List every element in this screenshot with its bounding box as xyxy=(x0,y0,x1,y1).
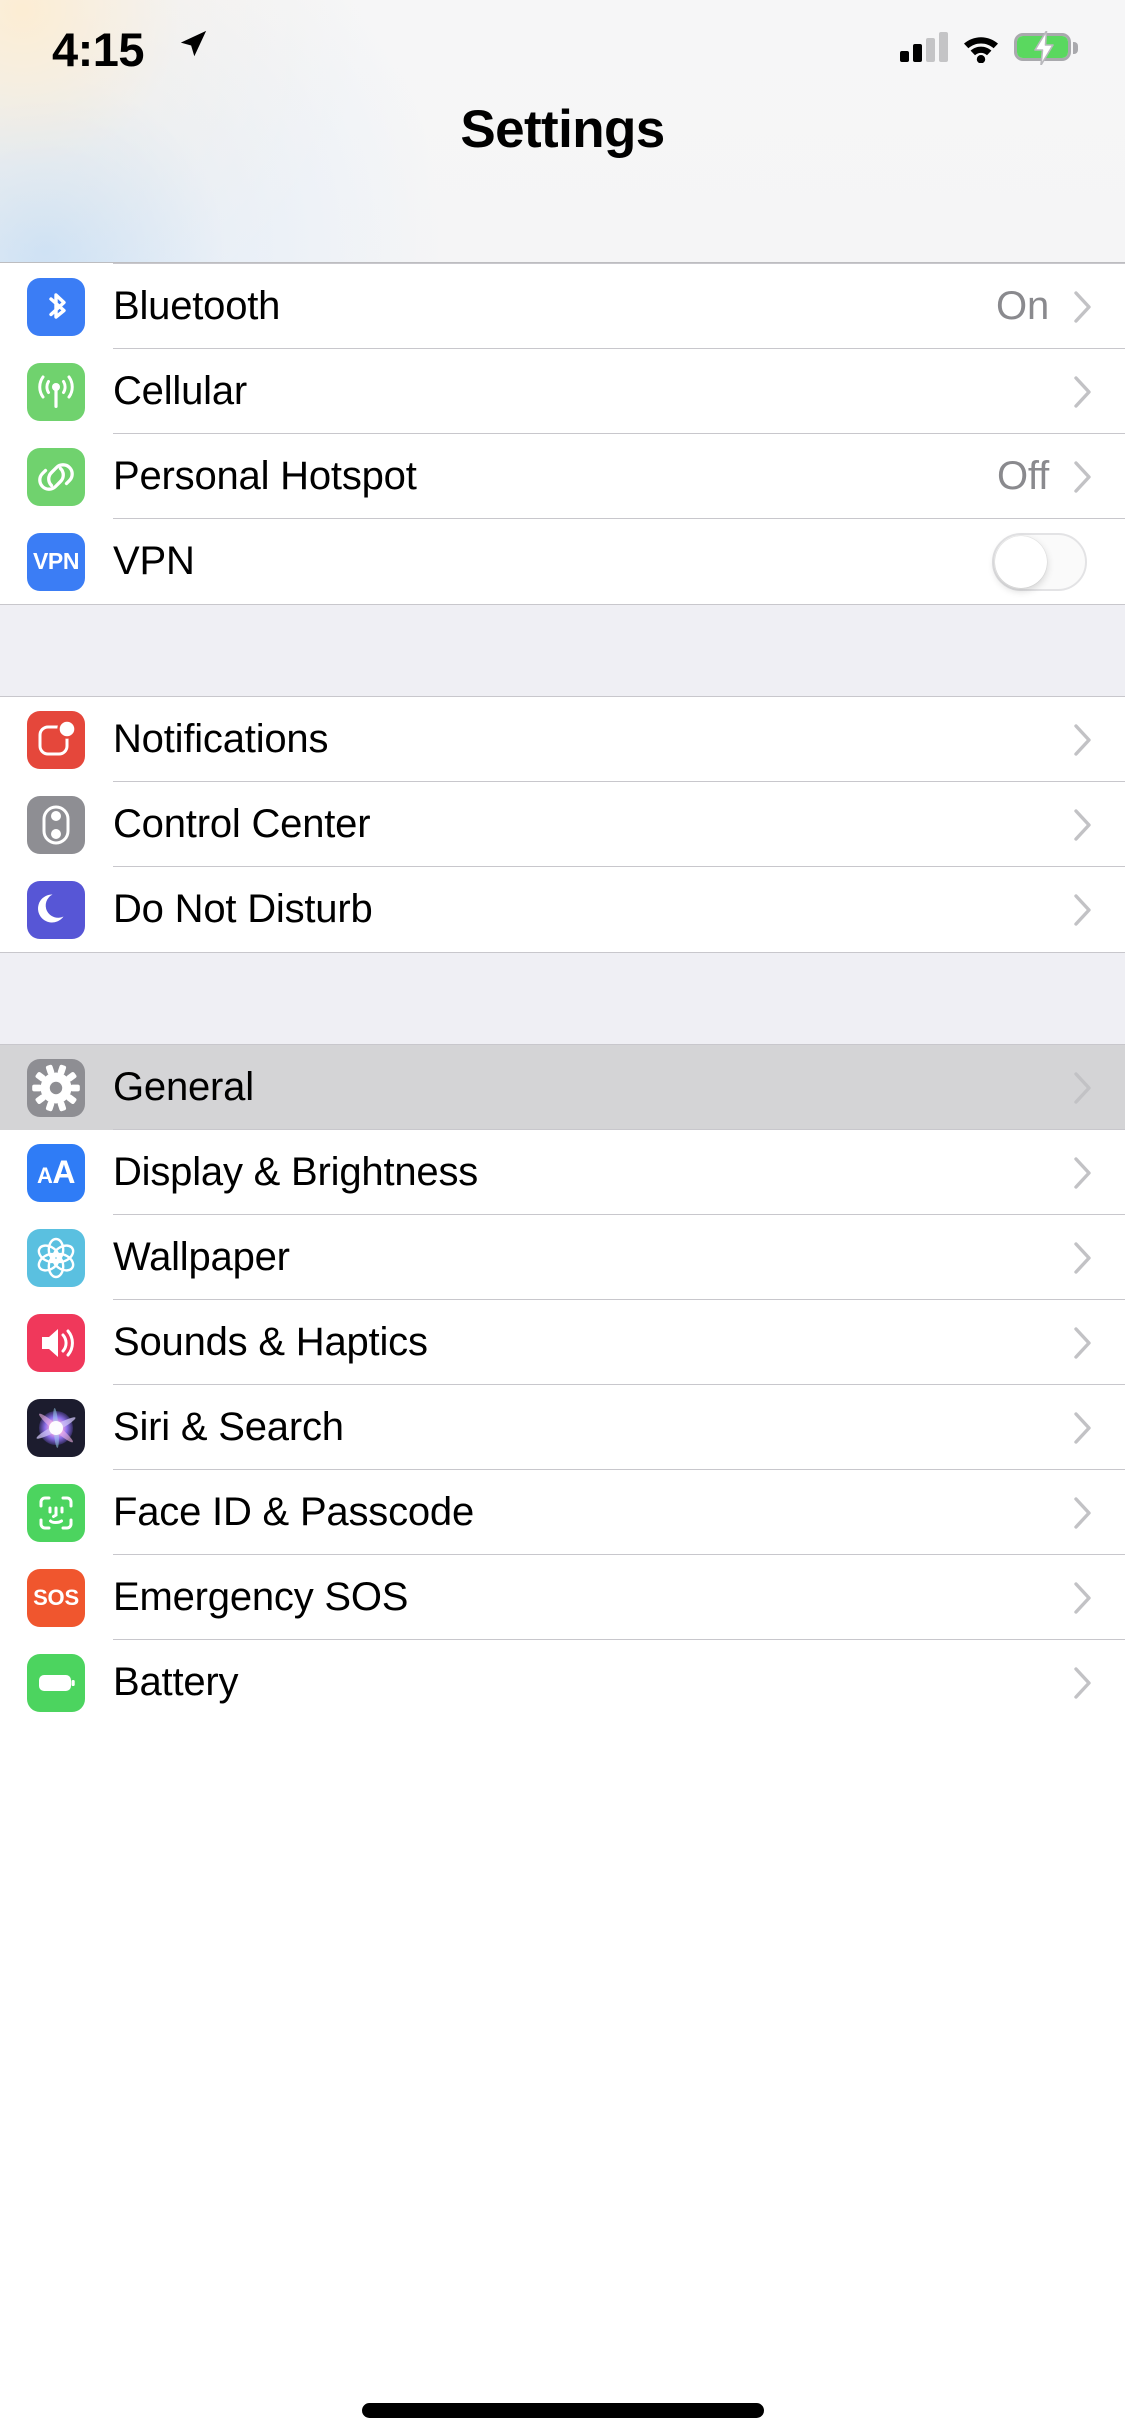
settings-screen: 4:15 Settings Bluetooth On Cellular Pers… xyxy=(0,0,1125,2436)
settings-row-do-not-disturb[interactable]: Do Not Disturb xyxy=(0,867,1125,952)
battery-icon xyxy=(27,1653,85,1712)
do-not-disturb-icon xyxy=(27,880,85,939)
navigation-header: 4:15 Settings xyxy=(0,0,1125,263)
bluetooth-icon xyxy=(27,277,85,336)
settings-row-siri-search[interactable]: Siri & Search xyxy=(0,1385,1125,1470)
section-gap xyxy=(0,604,1125,697)
settings-row-vpn[interactable]: VPN VPN xyxy=(0,519,1125,604)
settings-row-label: Wallpaper xyxy=(113,1235,290,1279)
siri-search-icon xyxy=(27,1398,85,1457)
settings-row-accessory xyxy=(1073,1241,1125,1275)
settings-group: Bluetooth On Cellular Personal Hotspot Off VP… xyxy=(0,264,1125,604)
gear-icon xyxy=(27,1058,85,1117)
settings-row-accessory xyxy=(992,532,1125,591)
chevron-right-icon xyxy=(1074,1581,1091,1614)
battery-charging-icon xyxy=(1014,31,1078,65)
status-bar-indicators xyxy=(900,28,1078,68)
settings-row-label: Face ID & Passcode xyxy=(113,1490,475,1534)
settings-row-wallpaper[interactable]: Wallpaper xyxy=(0,1215,1125,1300)
chevron-right-icon xyxy=(1074,1666,1091,1699)
face-id-icon xyxy=(27,1483,85,1542)
settings-row-value: Off xyxy=(996,454,1049,498)
settings-row-value: On xyxy=(996,284,1049,328)
settings-row-label: Bluetooth xyxy=(113,284,281,328)
settings-row-accessory xyxy=(1073,1071,1125,1105)
settings-row-emergency-sos[interactable]: SOS Emergency SOS xyxy=(0,1555,1125,1640)
settings-group: Notifications Control Center Do Not Distur… xyxy=(0,697,1125,952)
chevron-right-icon xyxy=(1074,1326,1091,1359)
cellular-antenna-icon xyxy=(27,362,85,421)
settings-row-label: Display & Brightness xyxy=(113,1150,479,1194)
chevron-right-icon xyxy=(1074,460,1091,493)
settings-row-accessory: Off xyxy=(997,454,1125,499)
settings-row-accessory xyxy=(1073,1581,1125,1615)
home-indicator xyxy=(361,2403,764,2418)
chevron-right-icon xyxy=(1074,723,1091,756)
settings-row-accessory xyxy=(1073,1666,1125,1700)
chevron-right-icon xyxy=(1074,1241,1091,1274)
settings-row-battery[interactable]: Battery xyxy=(0,1640,1125,1725)
chevron-right-icon xyxy=(1074,1496,1091,1529)
settings-row-cellular[interactable]: Cellular xyxy=(0,349,1125,434)
settings-row-label: VPN xyxy=(113,539,195,583)
settings-list[interactable]: Bluetooth On Cellular Personal Hotspot Off VP… xyxy=(0,263,1125,1725)
settings-row-accessory xyxy=(1073,1496,1125,1530)
personal-hotspot-icon xyxy=(27,447,85,506)
settings-row-accessory xyxy=(1073,893,1125,927)
settings-row-accessory xyxy=(1073,375,1125,409)
display-brightness-icon: AA xyxy=(27,1143,85,1202)
settings-row-label: Sounds & Haptics xyxy=(113,1320,428,1364)
chevron-right-icon xyxy=(1074,375,1091,408)
chevron-right-icon xyxy=(1074,290,1091,323)
settings-row-general[interactable]: General xyxy=(0,1045,1125,1130)
wifi-icon xyxy=(964,37,998,63)
charging-bolt-icon xyxy=(1034,31,1054,65)
settings-row-accessory xyxy=(1073,1156,1125,1190)
settings-row-label: Do Not Disturb xyxy=(113,887,373,931)
wallpaper-icon xyxy=(27,1228,85,1287)
cellular-signal-icon xyxy=(900,32,948,62)
settings-row-personal-hotspot[interactable]: Personal Hotspot Off xyxy=(0,434,1125,519)
settings-row-sounds-haptics[interactable]: Sounds & Haptics xyxy=(0,1300,1125,1385)
page-title: Settings xyxy=(460,100,665,159)
settings-row-control-center[interactable]: Control Center xyxy=(0,782,1125,867)
status-bar-time: 4:15 xyxy=(52,23,145,76)
settings-row-face-id-passcode[interactable]: Face ID & Passcode xyxy=(0,1470,1125,1555)
chevron-right-icon xyxy=(1074,808,1091,841)
settings-row-label: Cellular xyxy=(113,369,248,413)
toggle-knob xyxy=(995,535,1047,588)
settings-group: General AA Display & Brightness Wallpaper So… xyxy=(0,1045,1125,1725)
vpn-icon: VPN xyxy=(27,532,85,591)
settings-row-label: Personal Hotspot xyxy=(113,454,417,498)
settings-row-accessory xyxy=(1073,723,1125,757)
emergency-sos-icon: SOS xyxy=(27,1568,85,1627)
chevron-right-icon xyxy=(1074,1071,1091,1104)
settings-row-accessory: On xyxy=(996,284,1125,329)
vpn-toggle-switch[interactable] xyxy=(992,532,1087,591)
chevron-right-icon xyxy=(1074,1411,1091,1444)
settings-row-label: Notifications xyxy=(113,717,329,761)
notifications-icon xyxy=(27,710,85,769)
settings-row-label: Control Center xyxy=(113,802,371,846)
section-gap xyxy=(0,952,1125,1045)
settings-row-bluetooth[interactable]: Bluetooth On xyxy=(0,264,1125,349)
chevron-right-icon xyxy=(1074,1156,1091,1189)
status-bar: 4:15 xyxy=(0,0,1125,100)
settings-row-label: Battery xyxy=(113,1660,239,1704)
settings-row-label: Emergency SOS xyxy=(113,1575,409,1619)
location-arrow-icon xyxy=(180,30,207,57)
control-center-icon xyxy=(27,795,85,854)
settings-row-accessory xyxy=(1073,808,1125,842)
sounds-haptics-icon xyxy=(27,1313,85,1372)
settings-row-notifications[interactable]: Notifications xyxy=(0,697,1125,782)
settings-row-display-brightness[interactable]: AA Display & Brightness xyxy=(0,1130,1125,1215)
settings-row-accessory xyxy=(1073,1326,1125,1360)
settings-row-label: General xyxy=(113,1065,254,1109)
settings-row-label: Siri & Search xyxy=(113,1405,344,1449)
settings-row-accessory xyxy=(1073,1411,1125,1445)
chevron-right-icon xyxy=(1074,893,1091,926)
